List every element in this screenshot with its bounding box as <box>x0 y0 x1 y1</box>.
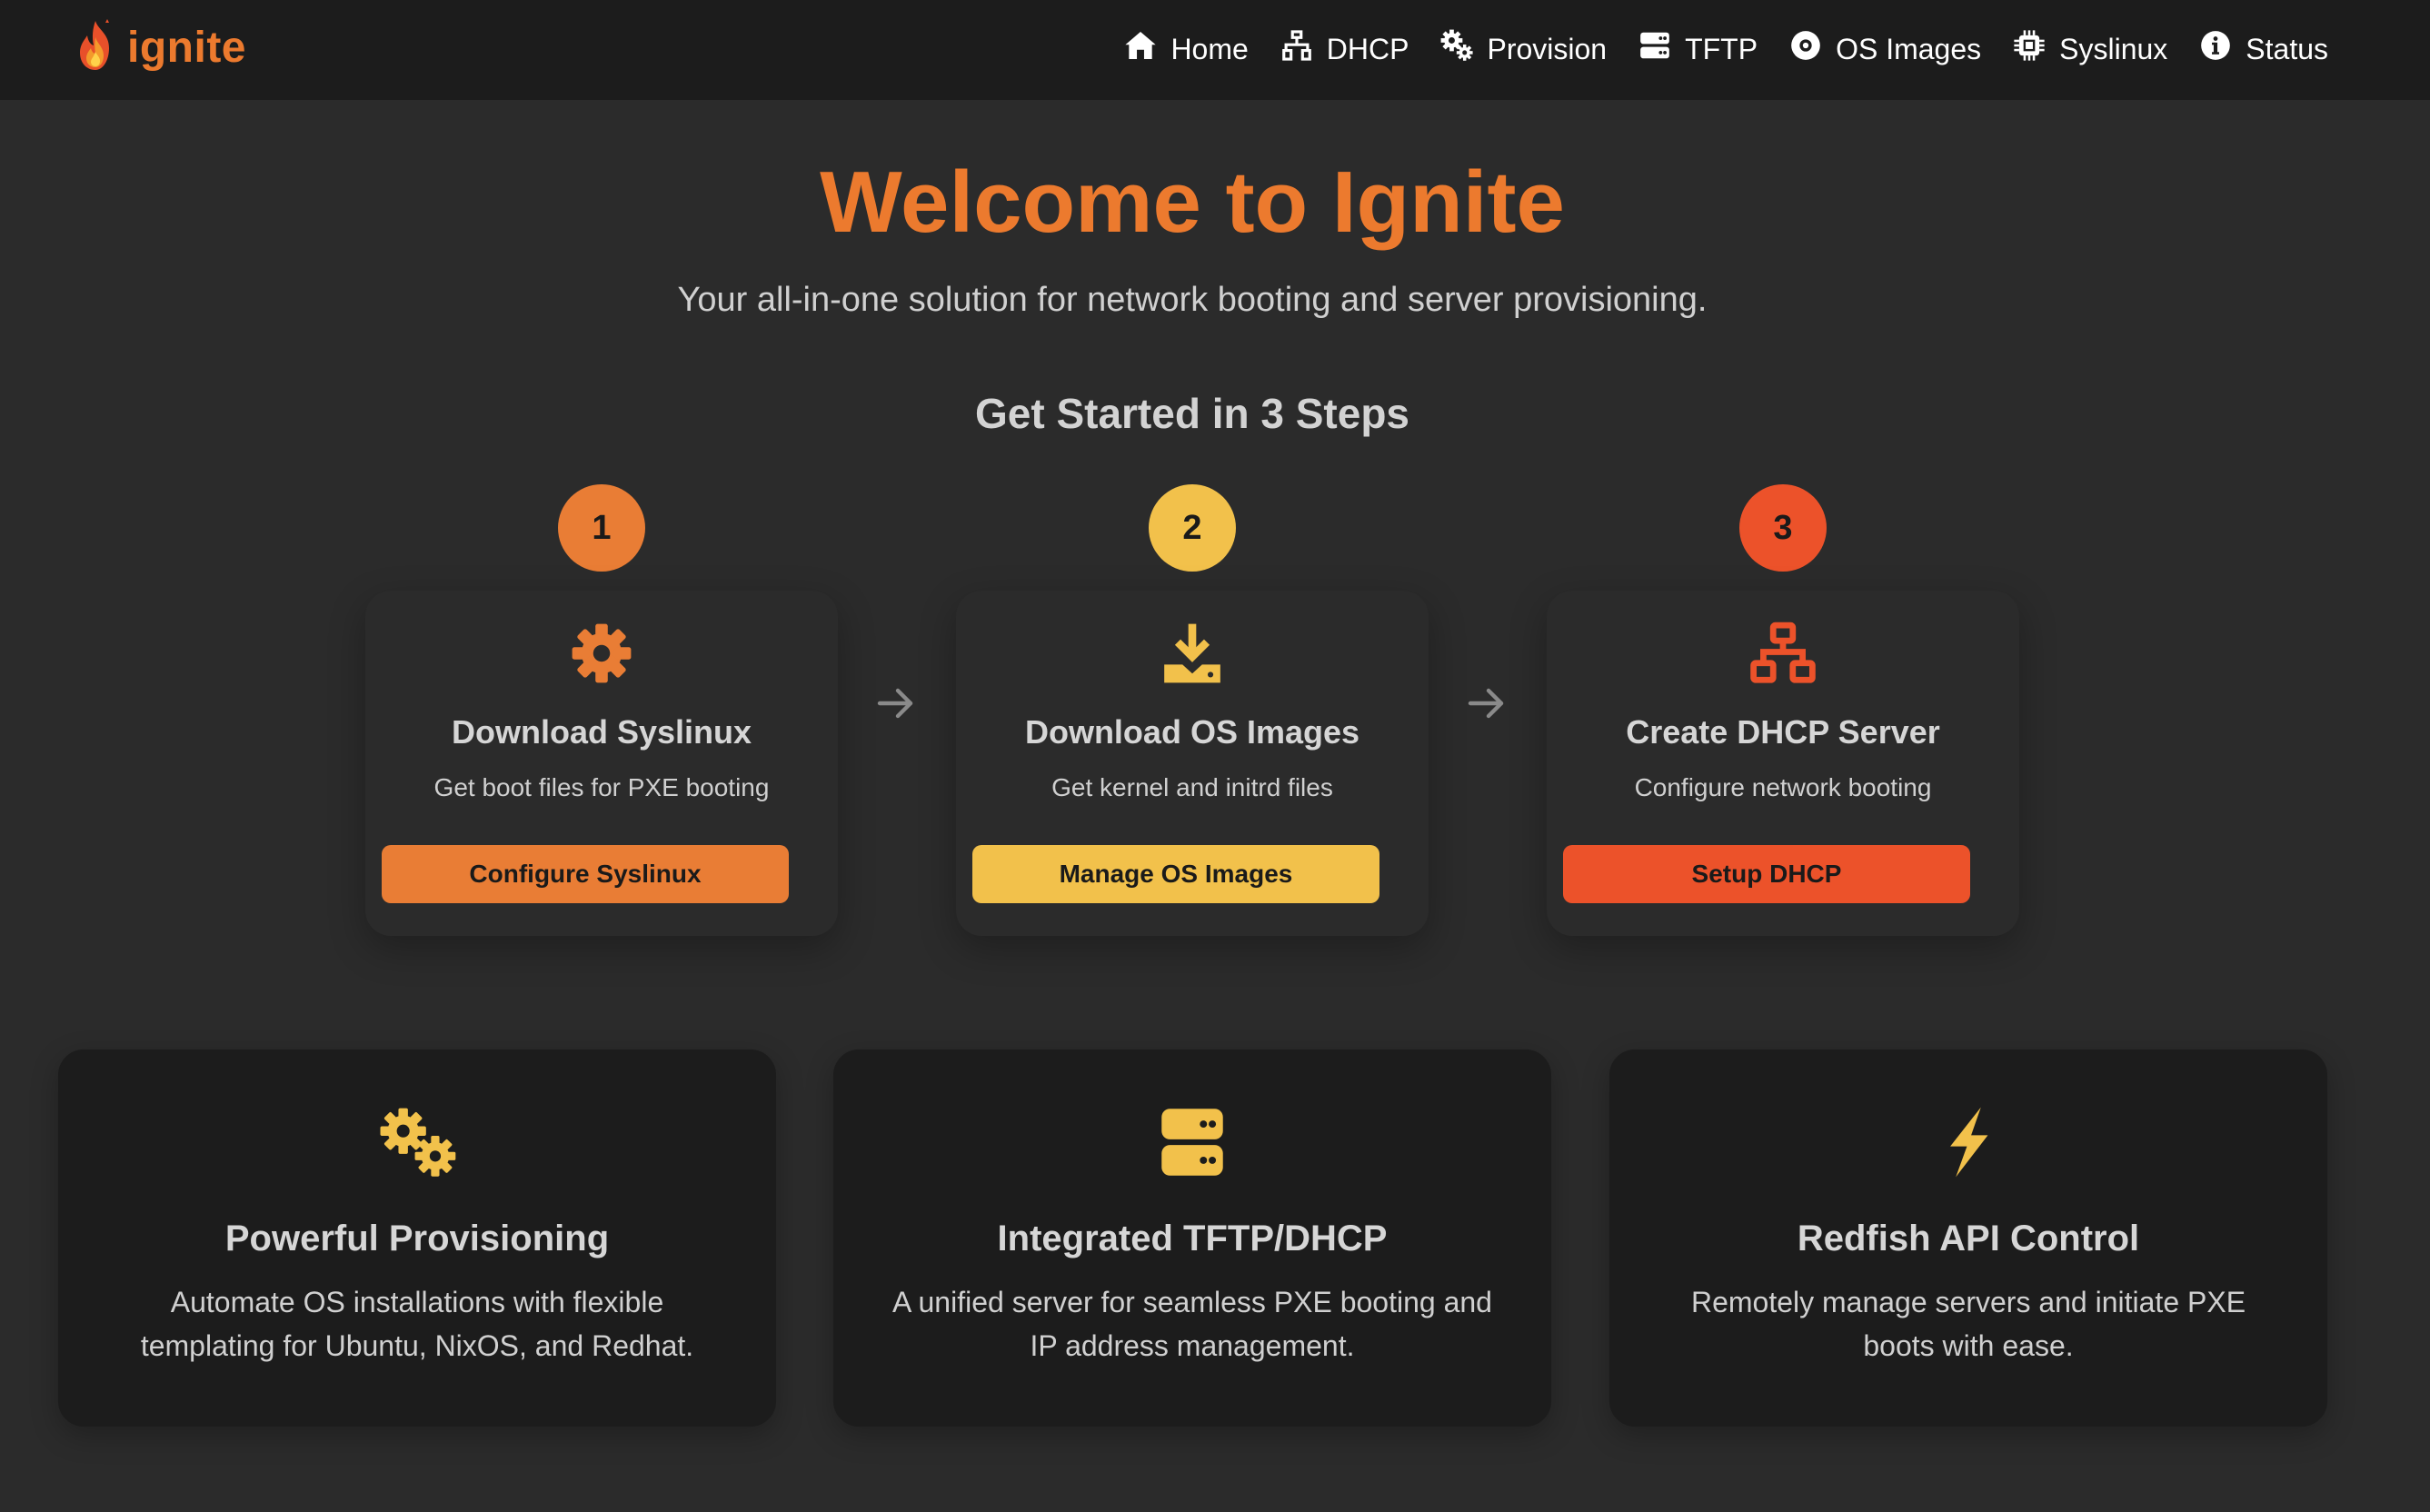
gears-icon <box>375 1106 459 1183</box>
nav-item-provision[interactable]: Provision <box>1439 28 1607 70</box>
feature-title: Integrated TFTP/DHCP <box>997 1219 1388 1258</box>
nav-item-dhcp[interactable]: DHCP <box>1280 28 1409 70</box>
info-icon <box>2198 28 2233 70</box>
brand-name: ignite <box>127 23 246 72</box>
feature-card-redfish: Redfish API Control Remotely manage serv… <box>1609 1049 2327 1427</box>
feature-title: Powerful Provisioning <box>224 1219 610 1258</box>
nav-item-status[interactable]: Status <box>2198 28 2328 70</box>
flame-icon <box>73 17 118 78</box>
step-title: Create DHCP Server <box>1626 713 1940 751</box>
step-description: Configure network booting <box>1634 773 1932 801</box>
nav-item-label: OS Images <box>1836 32 1982 65</box>
network-icon <box>1749 620 1817 691</box>
step-description: Get boot files for PXE booting <box>433 773 770 801</box>
feature-description: A unified server for seamless PXE bootin… <box>892 1286 1492 1362</box>
feature-title: Redfish API Control <box>1797 1219 2140 1258</box>
nav-item-label: Status <box>2246 32 2328 65</box>
nav-item-tftp[interactable]: TFTP <box>1638 28 1758 70</box>
feature-description: Remotely manage servers and initiate PXE… <box>1690 1286 2246 1362</box>
chip-icon <box>2012 28 2047 70</box>
disc-icon <box>1788 28 1823 70</box>
feature-description: Automate OS installations with flexible … <box>140 1286 694 1362</box>
step-number-badge-3: 3 <box>1739 484 1827 572</box>
bolt-icon <box>1927 1106 2010 1183</box>
nav-item-label: Syslinux <box>2059 32 2168 65</box>
manage-os-images-button[interactable]: Manage OS Images <box>972 845 1379 903</box>
feature-card-tftp-dhcp: Integrated TFTP/DHCP A unified server fo… <box>833 1049 1551 1427</box>
step-card-dhcp: Create DHCP Server Configure network boo… <box>1547 591 2019 936</box>
feature-card-provisioning: Powerful Provisioning Automate OS instal… <box>58 1049 776 1427</box>
nav-item-syslinux[interactable]: Syslinux <box>2012 28 2167 70</box>
nav-item-label: Provision <box>1487 32 1608 65</box>
nav-menu: Home DHCP Provision TFTP OS Images Sysli… <box>1123 22 2328 76</box>
top-navbar: ignite Home DHCP Provision TFTP OS Image… <box>0 0 2430 100</box>
nav-item-label: TFTP <box>1685 32 1758 65</box>
step-number-badge-2: 2 <box>1149 484 1236 572</box>
arrow-right-icon <box>1465 681 1509 725</box>
configure-syslinux-button[interactable]: Configure Syslinux <box>382 845 789 903</box>
download-icon <box>1159 620 1226 691</box>
arrow-right-icon <box>874 681 918 725</box>
nav-item-label: DHCP <box>1326 32 1409 65</box>
step-number-badge-1: 1 <box>558 484 645 572</box>
page-title: Welcome to Ignite <box>820 154 1565 251</box>
server-icon <box>1638 28 1672 70</box>
brand-logo-link[interactable]: ignite <box>73 11 246 84</box>
server-icon <box>1150 1106 1234 1183</box>
nav-item-home[interactable]: Home <box>1123 28 1249 70</box>
network-icon <box>1280 28 1314 70</box>
gears-icon <box>1439 28 1474 70</box>
page-subtitle: Your all-in-one solution for network boo… <box>677 281 1708 319</box>
step-title: Download OS Images <box>1024 713 1360 751</box>
home-icon <box>1123 28 1158 70</box>
nav-item-os-images[interactable]: OS Images <box>1788 28 1981 70</box>
steps-heading: Get Started in 3 Steps <box>974 390 1409 437</box>
gear-icon <box>568 620 635 691</box>
step-description: Get kernel and initrd files <box>1051 773 1333 801</box>
setup-dhcp-button[interactable]: Setup DHCP <box>1563 845 1970 903</box>
step-card-syslinux: Download Syslinux Get boot files for PXE… <box>365 591 838 936</box>
nav-item-label: Home <box>1170 32 1249 65</box>
step-title: Download Syslinux <box>451 713 752 751</box>
step-card-os-images: Download OS Images Get kernel and initrd… <box>956 591 1429 936</box>
